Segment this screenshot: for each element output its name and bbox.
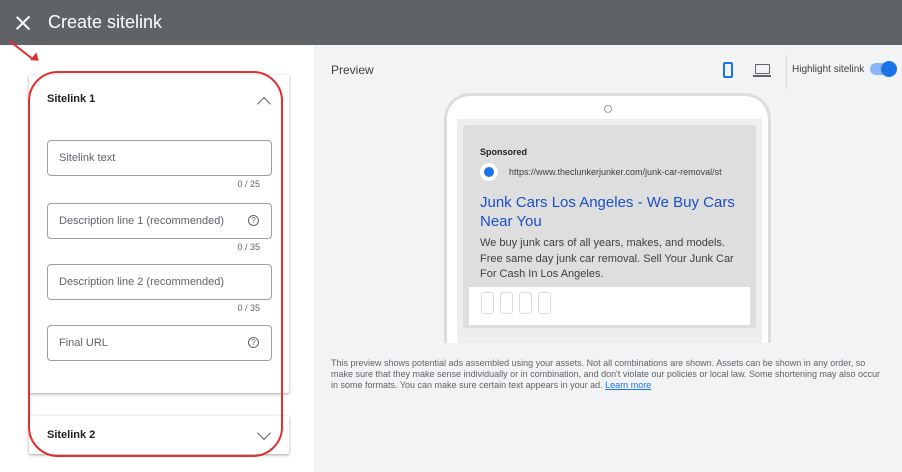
- learn-more-link[interactable]: Learn more: [605, 380, 651, 390]
- globe-icon: [480, 163, 498, 181]
- ad-description: We buy junk cars of all years, makes, an…: [480, 237, 734, 280]
- sitelink-placeholder-chip: [538, 292, 551, 314]
- highlight-sitelink-toggle[interactable]: [870, 61, 897, 77]
- ad-preview-card: Sponsored https://www.theclunkerjunker.c…: [463, 125, 756, 328]
- annotation-highlight-box: [28, 71, 283, 457]
- camera-icon: [604, 105, 612, 113]
- preview-disclaimer: This preview shows potential ads assembl…: [331, 358, 886, 391]
- sitelink-preview-area: [469, 287, 750, 325]
- sponsored-label: Sponsored: [480, 147, 528, 157]
- sitelink-placeholder-chip: [519, 292, 532, 314]
- close-icon[interactable]: [15, 15, 31, 31]
- preview-panel: Preview Highlight sitelink Sponsored htt…: [314, 45, 902, 472]
- mobile-device-icon[interactable]: [723, 62, 733, 78]
- desktop-device-icon[interactable]: [753, 64, 771, 77]
- ad-headline[interactable]: Junk Cars Los Angeles - We Buy Cars Near…: [480, 193, 750, 231]
- sitelink-placeholder-chip: [500, 292, 513, 314]
- toolbar-divider: [786, 55, 787, 89]
- highlight-sitelink-label: Highlight sitelink: [792, 64, 865, 75]
- ad-url: https://www.theclunkerjunker.com/junk-ca…: [509, 167, 722, 177]
- phone-screen: Sponsored https://www.theclunkerjunker.c…: [457, 119, 762, 343]
- top-bar: Create sitelink: [0, 0, 902, 45]
- preview-label: Preview: [331, 63, 374, 77]
- phone-frame: Sponsored https://www.theclunkerjunker.c…: [444, 93, 771, 343]
- sitelink-placeholder-chip: [481, 292, 494, 314]
- toggle-knob: [881, 61, 897, 77]
- page-title: Create sitelink: [48, 12, 163, 32]
